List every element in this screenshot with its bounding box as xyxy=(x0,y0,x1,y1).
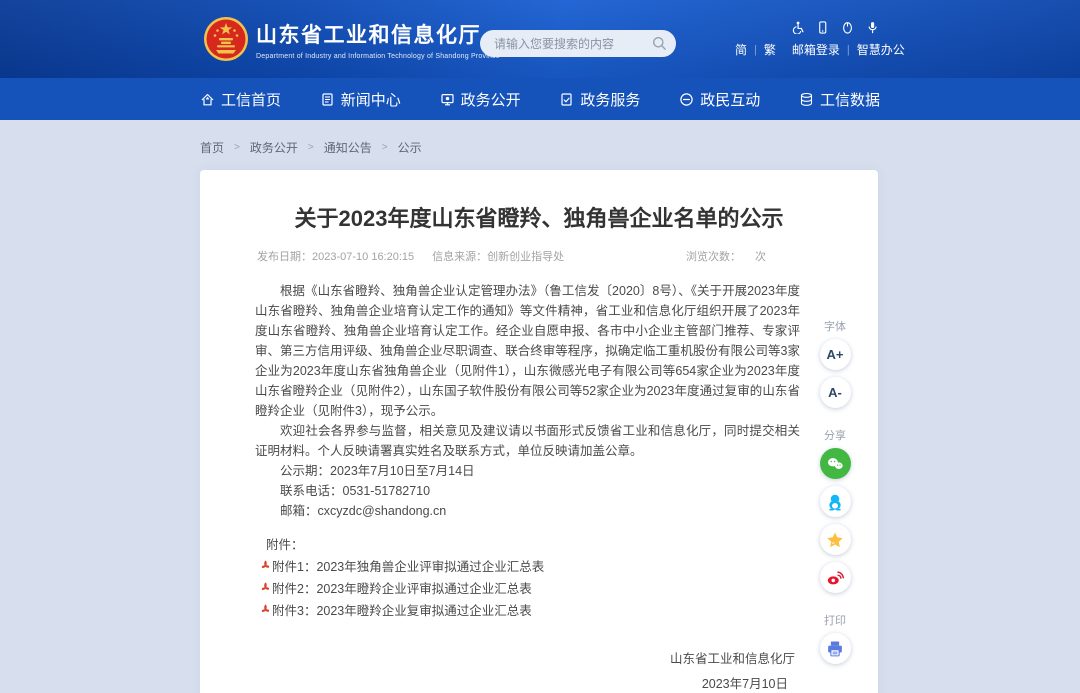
article-meta: 发布日期：2023-07-10 16:20:15 信息来源：创新创业指导处 浏览… xyxy=(200,248,878,264)
paragraph: 欢迎社会各界参与监督，相关意见及建议请以书面形式反馈省工业和信息化厅，同时提交相… xyxy=(255,421,800,461)
mouse-icon[interactable] xyxy=(841,21,854,34)
qzone-icon xyxy=(824,529,846,551)
breadcrumb-separator: > xyxy=(308,142,314,153)
attachment-link-2[interactable]: 附件2：2023年瞪羚企业评审拟通过企业汇总表 xyxy=(260,578,878,600)
search-input[interactable] xyxy=(480,30,676,57)
font-increase-button[interactable]: A+ xyxy=(820,339,851,370)
printer-icon xyxy=(824,638,846,660)
interaction-icon xyxy=(679,92,694,107)
share-label: 分享 xyxy=(824,427,846,443)
attachment-link-1[interactable]: 附件1：2023年独角兽企业评审拟通过企业汇总表 xyxy=(260,556,878,578)
nav-item-disclosure[interactable]: 政务公开 xyxy=(440,89,521,110)
mobile-icon[interactable] xyxy=(816,21,829,34)
main-nav: 工信首页 新闻中心 政务公开 政务服务 xyxy=(0,78,1080,120)
pdf-icon xyxy=(260,602,271,614)
publish-date: 发布日期：2023-07-10 16:20:15 xyxy=(257,248,414,264)
disclosure-icon xyxy=(440,92,455,107)
nav-label: 政务服务 xyxy=(580,89,640,110)
utility-links: 简 | 繁 邮箱登录 | 智慧办公 xyxy=(735,41,881,58)
header-banner: 山东省工业和信息化厅 Department of Industry and In… xyxy=(0,0,1080,78)
print-button[interactable] xyxy=(820,633,851,664)
home-icon xyxy=(200,92,215,107)
site-subtitle: Department of Industry and Information T… xyxy=(256,53,500,60)
qq-icon xyxy=(824,491,846,513)
nav-item-interaction[interactable]: 政民互动 xyxy=(679,89,760,110)
weibo-icon xyxy=(824,567,846,589)
accessibility-icon[interactable] xyxy=(791,21,804,34)
attachment-label: 附件2：2023年瞪羚企业评审拟通过企业汇总表 xyxy=(272,578,532,600)
signature-org: 山东省工业和信息化厅 xyxy=(200,648,795,667)
news-icon xyxy=(320,92,335,107)
brand-block: 山东省工业和信息化厅 Department of Industry and In… xyxy=(256,19,500,60)
breadcrumb-separator: > xyxy=(382,142,388,153)
nav-item-service[interactable]: 政务服务 xyxy=(559,89,640,110)
divider: | xyxy=(754,44,757,56)
nav-label: 政民互动 xyxy=(700,89,760,110)
views-suffix: 次 xyxy=(755,248,766,264)
wechat-icon xyxy=(824,453,846,475)
attachment-link-3[interactable]: 附件3：2023年瞪羚企业复审拟通过企业汇总表 xyxy=(260,600,878,622)
contact-phone: 联系电话：0531-51782710 xyxy=(255,481,800,501)
search-icon[interactable] xyxy=(652,36,667,51)
voice-icon[interactable] xyxy=(866,21,879,34)
lang-simplified-link[interactable]: 简 xyxy=(735,41,747,58)
signature-date: 2023年7月10日 xyxy=(200,673,795,692)
contact-email: 邮箱：cxcyzdc@shandong.cn xyxy=(255,501,800,521)
attachment-label: 附件3：2023年瞪羚企业复审拟通过企业汇总表 xyxy=(272,600,532,622)
smart-office-link[interactable]: 智慧办公 xyxy=(857,41,905,58)
nav-label: 新闻中心 xyxy=(341,89,401,110)
pdf-icon xyxy=(260,558,271,570)
paragraph: 根据《山东省瞪羚、独角兽企业认定管理办法》（鲁工信发〔2020〕8号）、《关于开… xyxy=(255,281,800,421)
nav-label: 政务公开 xyxy=(461,89,521,110)
pdf-icon xyxy=(260,580,271,592)
mail-login-link[interactable]: 邮箱登录 xyxy=(792,41,840,58)
divider: | xyxy=(847,44,850,56)
attachment-label: 附件1：2023年独角兽企业评审拟通过企业汇总表 xyxy=(272,556,544,578)
national-emblem-logo xyxy=(203,16,249,62)
font-decrease-button[interactable]: A- xyxy=(820,377,851,408)
views-label: 浏览次数： xyxy=(686,248,741,264)
font-label: 字体 xyxy=(824,318,846,334)
site-title: 山东省工业和信息化厅 xyxy=(256,19,500,49)
article-body: 根据《山东省瞪羚、独角兽企业认定管理办法》（鲁工信发〔2020〕8号）、《关于开… xyxy=(200,281,878,521)
breadcrumb-home[interactable]: 首页 xyxy=(200,139,224,156)
utility-icons xyxy=(735,21,881,34)
attachments-label: 附件： xyxy=(266,534,878,556)
publicity-period: 公示期：2023年7月10日至7月14日 xyxy=(255,461,800,481)
service-icon xyxy=(559,92,574,107)
font-increase-label: A+ xyxy=(827,347,844,362)
attachments-section: 附件： 附件1：2023年独角兽企业评审拟通过企业汇总表 附件2：2023年瞪羚… xyxy=(200,534,878,622)
nav-label: 工信首页 xyxy=(221,89,281,110)
header-utilities: 简 | 繁 邮箱登录 | 智慧办公 xyxy=(735,21,881,58)
article-tools-rail: 字体 A+ A- 分享 xyxy=(812,318,858,671)
nav-item-news[interactable]: 新闻中心 xyxy=(320,89,401,110)
font-decrease-label: A- xyxy=(828,385,842,400)
breadcrumb-current: 公示 xyxy=(398,139,422,156)
breadcrumb: 首页 > 政务公开 > 通知公告 > 公示 xyxy=(200,139,422,156)
search-box xyxy=(480,30,676,57)
breadcrumb-separator: > xyxy=(234,142,240,153)
breadcrumb-disclosure[interactable]: 政务公开 xyxy=(250,139,298,156)
nav-label: 工信数据 xyxy=(820,89,880,110)
share-wechat-button[interactable] xyxy=(820,448,851,479)
info-source: 信息来源：创新创业指导处 xyxy=(432,248,564,264)
print-label: 打印 xyxy=(824,612,846,628)
share-weibo-button[interactable] xyxy=(820,562,851,593)
nav-item-home[interactable]: 工信首页 xyxy=(200,89,281,110)
signature-block: 山东省工业和信息化厅 2023年7月10日 xyxy=(200,648,878,692)
nav-item-data[interactable]: 工信数据 xyxy=(799,89,880,110)
article-card: 关于2023年度山东省瞪羚、独角兽企业名单的公示 发布日期：2023-07-10… xyxy=(200,170,878,693)
data-icon xyxy=(799,92,814,107)
page-title: 关于2023年度山东省瞪羚、独角兽企业名单的公示 xyxy=(258,204,820,234)
breadcrumb-notices[interactable]: 通知公告 xyxy=(324,139,372,156)
share-qq-button[interactable] xyxy=(820,486,851,517)
share-qzone-button[interactable] xyxy=(820,524,851,555)
lang-traditional-link[interactable]: 繁 xyxy=(764,41,776,58)
